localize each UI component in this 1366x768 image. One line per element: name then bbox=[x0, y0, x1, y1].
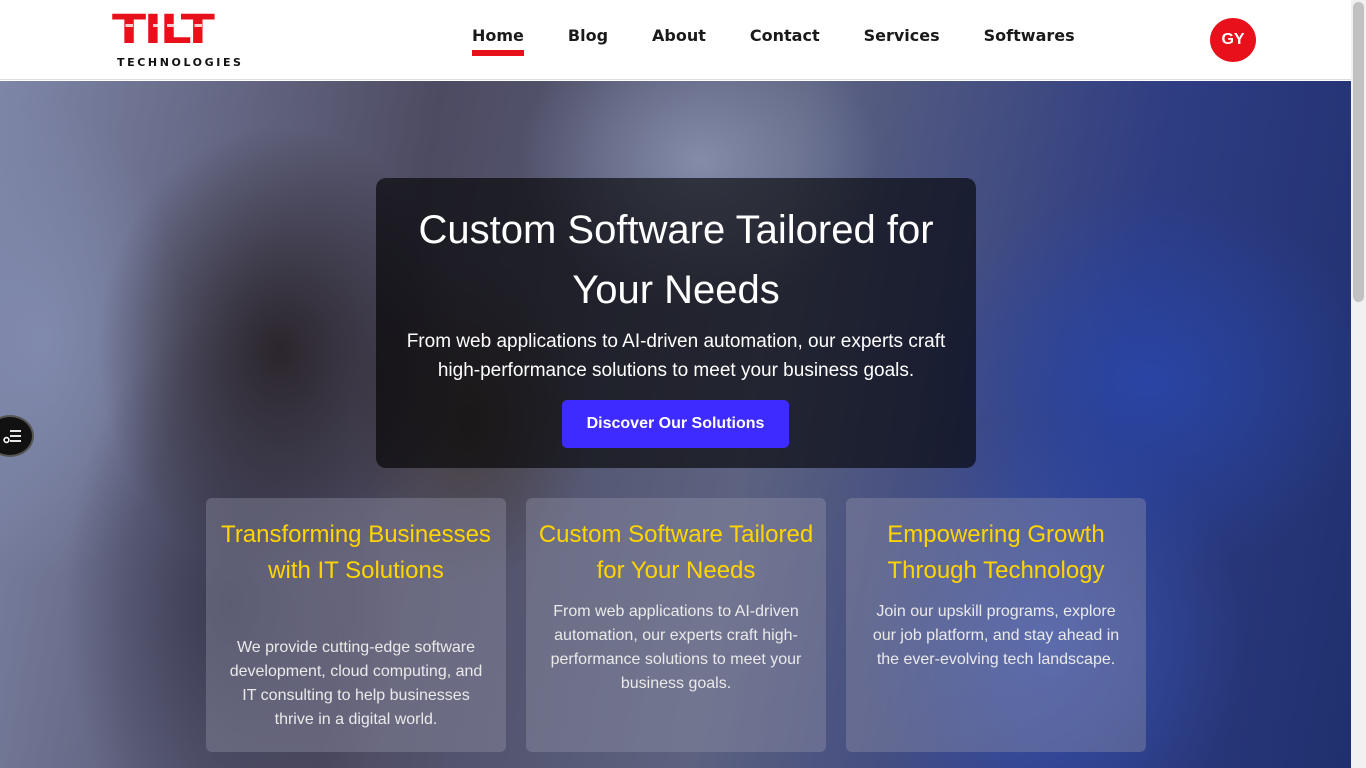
page-scrollbar[interactable] bbox=[1351, 0, 1366, 768]
filter-list-icon bbox=[3, 430, 21, 444]
brand-logo[interactable]: TILT TECHNOLOGIES bbox=[112, 10, 262, 70]
site-header: TILT TECHNOLOGIES Home Blog About Contac… bbox=[0, 0, 1351, 80]
logo-wordmark: TILT bbox=[112, 7, 215, 53]
feature-title: Empowering Growth Through Technology bbox=[887, 521, 1105, 584]
nav-softwares[interactable]: Softwares bbox=[984, 0, 1075, 80]
hero-title: Custom Software Tailored for Your Needs bbox=[418, 208, 934, 312]
nav-home[interactable]: Home bbox=[472, 0, 524, 80]
user-avatar[interactable]: GY bbox=[1210, 18, 1256, 62]
feature-card-transforming: Transforming Businesses with IT Solution… bbox=[206, 498, 506, 752]
feature-text: From web applications to AI-driven autom… bbox=[550, 603, 802, 692]
hero-subtitle: From web applications to AI-driven autom… bbox=[406, 331, 946, 381]
feature-title: Transforming Businesses with IT Solution… bbox=[221, 521, 491, 584]
nav-contact[interactable]: Contact bbox=[750, 0, 820, 80]
nav-services[interactable]: Services bbox=[864, 0, 940, 80]
feature-card-empowering-growth: Empowering Growth Through Technology Joi… bbox=[846, 498, 1146, 752]
feature-text: We provide cutting-edge software develop… bbox=[229, 639, 483, 728]
discover-solutions-button[interactable]: Discover Our Solutions bbox=[562, 400, 789, 448]
feature-title: Custom Software Tailored for Your Needs bbox=[538, 521, 814, 584]
logo-subtitle: TECHNOLOGIES bbox=[117, 56, 244, 69]
nav-about[interactable]: About bbox=[652, 0, 706, 80]
nav-blog[interactable]: Blog bbox=[568, 0, 608, 80]
feature-text: Join our upskill programs, explore our j… bbox=[872, 603, 1120, 668]
hero-card: Custom Software Tailored for Your Needs … bbox=[376, 178, 976, 468]
side-panel-toggle[interactable] bbox=[0, 415, 34, 457]
scrollbar-thumb[interactable] bbox=[1353, 2, 1364, 302]
hero-section: Custom Software Tailored for Your Needs … bbox=[0, 81, 1351, 768]
main-nav: Home Blog About Contact Services Softwar… bbox=[472, 0, 1119, 80]
feature-card-custom-software: Custom Software Tailored for Your Needs … bbox=[526, 498, 826, 752]
